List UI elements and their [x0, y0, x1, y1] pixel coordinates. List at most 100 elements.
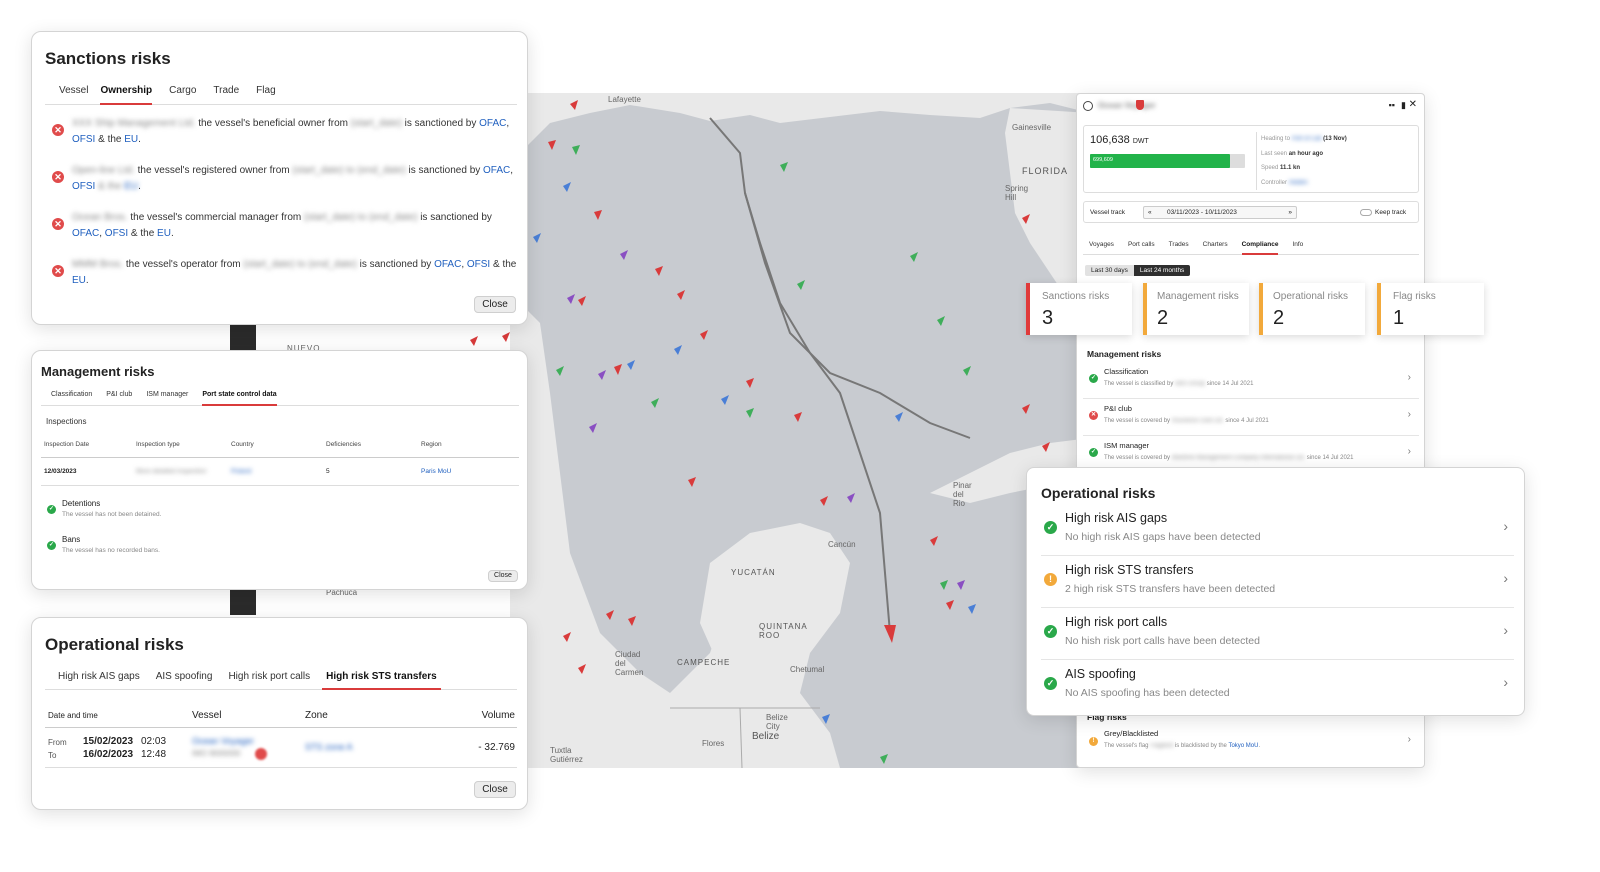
tab-ais-gaps[interactable]: High risk AIS gaps: [58, 671, 140, 689]
item-text: is sanctioned by: [401, 118, 480, 129]
ofac-link[interactable]: OFAC: [483, 165, 510, 176]
item-text: the vessel's beneficial owner from: [195, 118, 351, 129]
tab-ais-spoofing[interactable]: AIS spoofing: [156, 671, 213, 689]
separator: ,: [506, 118, 510, 129]
vessel-name: Ocean Voyager: [1098, 101, 1156, 110]
eu-link[interactable]: EU: [72, 275, 86, 286]
item-title: P&I club: [1104, 404, 1132, 413]
country: Poland: [231, 468, 252, 475]
close-button[interactable]: Close: [474, 296, 516, 313]
chevron-right-icon: ›: [1407, 734, 1411, 745]
management-risk-card[interactable]: Management risks 2: [1143, 283, 1249, 335]
eu-link[interactable]: EU: [124, 181, 138, 192]
sanctions-risk-card[interactable]: Sanctions risks 3: [1026, 283, 1132, 335]
ofac-link[interactable]: OFAC: [479, 118, 506, 129]
item-desc: is blacklisted by the: [1173, 743, 1229, 749]
tab-trade[interactable]: Trade: [213, 85, 239, 104]
tab-voyages[interactable]: Voyages: [1089, 241, 1114, 254]
tab-compliance[interactable]: Compliance: [1241, 241, 1278, 255]
table-row[interactable]: 12/03/2023 More detailed inspection Pola…: [41, 458, 519, 486]
tab-port-calls[interactable]: Port calls: [1128, 241, 1155, 254]
target-icon[interactable]: [1083, 101, 1093, 111]
vessel-summary-card: 106,638 DWT 699,609 Heading to Port of C…: [1083, 125, 1419, 193]
capacity-bar: 699,609: [1090, 154, 1245, 168]
controller-value[interactable]: Hidden: [1289, 180, 1308, 186]
period-24-months[interactable]: Last 24 months: [1133, 265, 1191, 276]
tab-cargo[interactable]: Cargo: [169, 85, 196, 104]
zone-link[interactable]: STS zone A: [305, 742, 353, 752]
column-header: Country: [231, 441, 254, 448]
map-label: Pinar del Rio: [953, 481, 972, 508]
close-button[interactable]: Close: [474, 781, 516, 798]
list-item[interactable]: ✓ Classification The vessel is classifie…: [1083, 362, 1419, 399]
list-item[interactable]: ✓ AIS spoofing No AIS spoofing has been …: [1041, 660, 1514, 712]
tab-pi-club[interactable]: P&I club: [106, 391, 132, 405]
flag-risk-card[interactable]: Flag risks 1: [1377, 283, 1484, 335]
track-next-button[interactable]: »: [1288, 209, 1292, 216]
vessel-tabs: Voyages Port calls Trades Charters Compl…: [1083, 241, 1419, 255]
vessel-name[interactable]: Ocean Voyager: [192, 736, 254, 746]
card-count: 3: [1042, 307, 1054, 329]
list-item[interactable]: ✕ P&I club The vessel is covered by Insu…: [1083, 399, 1419, 436]
entity-name: MMM Bros.: [72, 259, 124, 270]
keep-track-label: Keep track: [1375, 209, 1407, 216]
column-header: Zone: [305, 710, 328, 721]
chevron-right-icon: ›: [1503, 518, 1508, 534]
meta-label: Controller: [1261, 179, 1288, 186]
item-text: & the: [95, 181, 125, 192]
map-label: Flores: [702, 739, 725, 748]
list-item[interactable]: ! High risk STS transfers 2 high risk ST…: [1041, 556, 1514, 608]
close-icon[interactable]: ✕: [1409, 99, 1417, 110]
tab-ownership[interactable]: Ownership: [100, 85, 152, 105]
list-item: ✕ MMM Bros. the vessel's operator from (…: [52, 257, 522, 289]
cross-icon: ✕: [1089, 411, 1098, 420]
ofac-link[interactable]: OFAC: [72, 228, 99, 239]
tab-info[interactable]: Info: [1292, 241, 1303, 254]
column-header: Volume: [481, 710, 515, 721]
to-date: 16/02/2023: [83, 749, 134, 760]
eu-link[interactable]: EU: [157, 228, 171, 239]
tab-vessel[interactable]: Vessel: [59, 85, 88, 104]
from-time: 02:03: [141, 736, 167, 747]
tab-port-calls[interactable]: High risk port calls: [228, 671, 310, 689]
ofsi-link[interactable]: OFSI: [467, 259, 490, 270]
check-icon: ✓: [47, 505, 56, 514]
keep-track-toggle[interactable]: [1360, 209, 1372, 216]
track-date-picker[interactable]: « 03/11/2023 - 10/11/2023 »: [1143, 206, 1297, 219]
eu-link[interactable]: EU: [124, 134, 138, 145]
ofsi-link[interactable]: OFSI: [105, 228, 128, 239]
ofsi-link[interactable]: OFSI: [72, 134, 95, 145]
list-item[interactable]: ✓ High risk port calls No hish risk port…: [1041, 608, 1514, 660]
ofac-link[interactable]: OFAC: [434, 259, 461, 270]
table-row[interactable]: From 15/02/2023 02:03 To 16/02/2023 12:4…: [45, 728, 517, 768]
region-link[interactable]: Paris MoU: [421, 468, 516, 475]
tab-trades[interactable]: Trades: [1169, 241, 1189, 254]
item-desc: .: [1258, 743, 1261, 749]
track-prev-button[interactable]: «: [1148, 209, 1152, 216]
heading-value[interactable]: Port of Call: [1292, 136, 1322, 142]
grid-icon[interactable]: ▪▪: [1389, 100, 1395, 110]
tokyo-mou-link[interactable]: Tokyo MoU: [1228, 743, 1258, 749]
item-desc: The vessel has no recorded bans.: [62, 547, 160, 554]
tab-charters[interactable]: Charters: [1203, 241, 1228, 254]
inspection-type: More detailed inspection: [136, 468, 207, 475]
card-count: 2: [1157, 307, 1169, 329]
flag-item[interactable]: ! Grey/Blacklisted The vessel's flag Fla…: [1083, 726, 1419, 756]
tab-flag[interactable]: Flag: [256, 85, 275, 104]
vessel-meta: Heading to Port of Call (13 Nov) Last se…: [1256, 132, 1347, 190]
separator: ,: [461, 259, 465, 270]
close-button[interactable]: Close: [488, 570, 518, 582]
tab-ism-manager[interactable]: ISM manager: [146, 391, 188, 405]
list-item[interactable]: ✓ High risk AIS gaps No high risk AIS ga…: [1041, 504, 1514, 556]
period-30-days[interactable]: Last 30 days: [1085, 265, 1134, 276]
chevron-right-icon: ›: [1407, 372, 1411, 383]
bookmark-icon[interactable]: ▮: [1401, 100, 1406, 111]
sanctions-list: ✕ XXX Ship Management Ltd. the vessel's …: [52, 116, 522, 289]
operational-risk-card[interactable]: Operational risks 2: [1259, 283, 1365, 335]
tab-sts-transfers[interactable]: High risk STS transfers: [322, 671, 441, 690]
ofsi-link[interactable]: OFSI: [72, 181, 95, 192]
column-header: Region: [421, 441, 442, 448]
tab-port-state-control[interactable]: Port state control data: [202, 391, 277, 406]
tab-classification[interactable]: Classification: [51, 391, 92, 405]
separator: ,: [510, 165, 514, 176]
